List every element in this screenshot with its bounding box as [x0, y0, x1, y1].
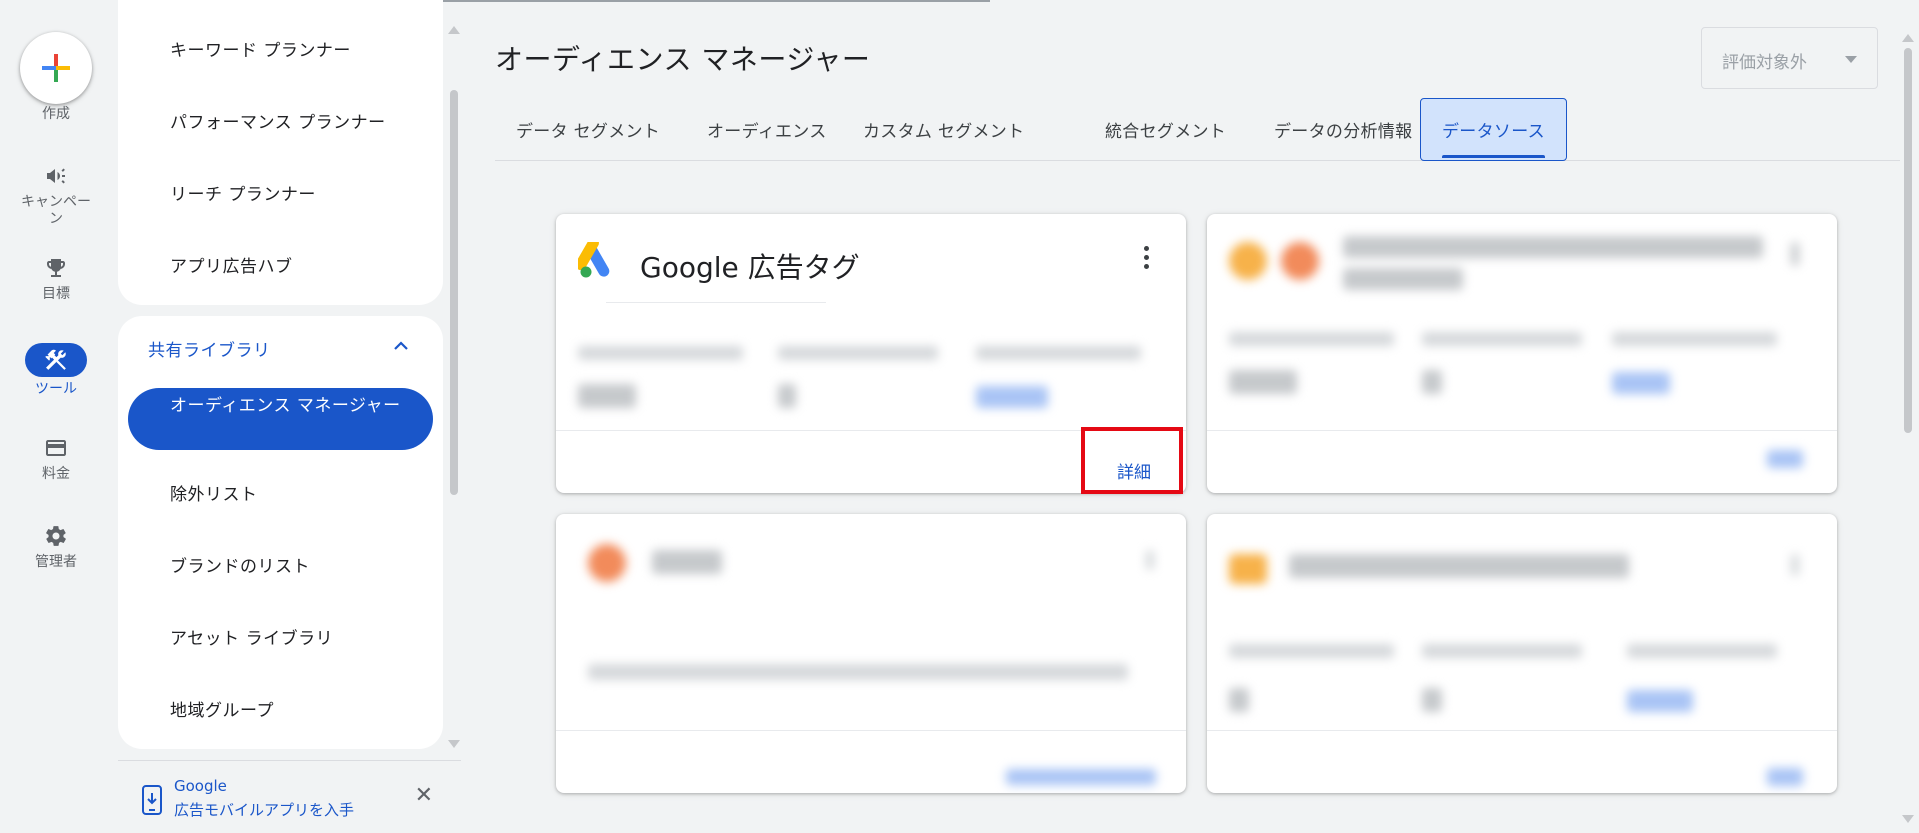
blurred-source-card-1 — [1207, 214, 1837, 493]
nav-scrollbar[interactable] — [450, 90, 458, 495]
main-scrollbar[interactable] — [1904, 48, 1912, 433]
nav-item-asset-library[interactable]: アセット ライブラリ — [170, 624, 333, 649]
tab-combined-segments[interactable]: 統合セグメント — [1084, 98, 1247, 161]
page-title: オーディエンス マネージャー — [495, 43, 871, 76]
status-filter-value: 評価対象外 — [1722, 53, 1807, 73]
megaphone-icon — [47, 168, 65, 184]
rail-create-label: 作成 — [42, 106, 70, 122]
create-button[interactable] — [20, 32, 92, 104]
top-scrollbar — [350, 0, 990, 2]
plus-icon — [42, 54, 70, 82]
tab-audiences[interactable]: オーディエンス — [686, 98, 848, 161]
rail-goals-label: 目標 — [42, 286, 70, 302]
rail-item-goals[interactable]: 目標 — [0, 254, 112, 303]
nav-planning-card: キーワード プランナー パフォーマンス プランナー リーチ プランナー アプリ広… — [118, 0, 443, 305]
blurred-source-card-2 — [556, 514, 1186, 793]
tab-data-sources[interactable]: データソース — [1420, 98, 1567, 161]
phone-download-icon — [142, 785, 162, 815]
credit-card-icon — [46, 440, 66, 456]
nav-item-performance-planner[interactable]: パフォーマンス プランナー — [170, 108, 386, 133]
nav-item-audience-manager[interactable]: オーディエンス マネージャー — [128, 388, 433, 450]
nav-section-shared-library[interactable]: 共有ライブラリ — [148, 336, 271, 361]
trophy-icon — [47, 259, 65, 277]
dropdown-arrow-icon — [1845, 56, 1857, 63]
nav-scroll-down[interactable] — [448, 740, 460, 748]
nav-item-reach-planner[interactable]: リーチ プランナー — [170, 180, 316, 205]
nav-item-keyword-planner[interactable]: キーワード プランナー — [170, 36, 351, 61]
left-rail: 作成 キャンペーン 目標 ツール 料金 管理者 — [0, 0, 112, 833]
card-title: Google 広告タグ — [640, 251, 860, 284]
nav-item-location-groups[interactable]: 地域グループ — [170, 696, 274, 721]
highlight-box — [1081, 427, 1183, 494]
nav-item-brand-lists[interactable]: ブランドのリスト — [170, 552, 310, 577]
tab-custom-segments[interactable]: カスタム セグメント — [842, 98, 1045, 161]
tab-data-segments[interactable]: データ セグメント — [495, 98, 681, 161]
main-scroll-up[interactable] — [1902, 34, 1914, 42]
main-scroll-down[interactable] — [1902, 815, 1914, 823]
promo-line-1[interactable]: Google — [174, 777, 227, 795]
blurred-source-card-3 — [1207, 514, 1837, 793]
nav-scroll-up[interactable] — [448, 26, 460, 34]
google-ads-logo-icon — [578, 242, 610, 278]
close-icon[interactable]: ✕ — [415, 783, 433, 808]
rail-campaign-label: キャンペーン — [21, 194, 91, 227]
rail-item-campaign[interactable]: キャンペーン — [0, 162, 112, 228]
rail-create-label-wrap: 作成 — [0, 106, 112, 123]
nav-item-app-ads-hub[interactable]: アプリ広告ハブ — [170, 252, 293, 277]
promo-line-2[interactable]: 広告モバイルアプリを入手 — [174, 799, 354, 820]
chevron-up-icon[interactable] — [391, 336, 411, 356]
rail-tools-label: ツール — [35, 381, 77, 397]
nav-item-exclusion-lists[interactable]: 除外リスト — [170, 480, 258, 505]
status-filter-dropdown[interactable]: 評価対象外 — [1701, 27, 1878, 89]
tools-icon — [45, 349, 66, 370]
rail-item-billing[interactable]: 料金 — [0, 434, 112, 483]
rail-admin-label: 管理者 — [35, 554, 77, 570]
more-vert-icon[interactable] — [1144, 246, 1150, 272]
rail-item-tools[interactable]: ツール — [0, 343, 112, 398]
mobile-app-promo: Google 広告モバイルアプリを入手 ✕ — [118, 760, 461, 833]
rail-billing-label: 料金 — [42, 466, 70, 482]
gear-icon — [46, 526, 66, 546]
tab-bar: データ セグメント オーディエンス カスタム セグメント 統合セグメント データ… — [495, 98, 1900, 161]
rail-item-admin[interactable]: 管理者 — [0, 522, 112, 571]
tab-data-insights[interactable]: データの分析情報 — [1253, 98, 1433, 161]
nav-shared-library-card: 共有ライブラリ オーディエンス マネージャー 除外リスト ブランドのリスト アセ… — [118, 316, 443, 749]
